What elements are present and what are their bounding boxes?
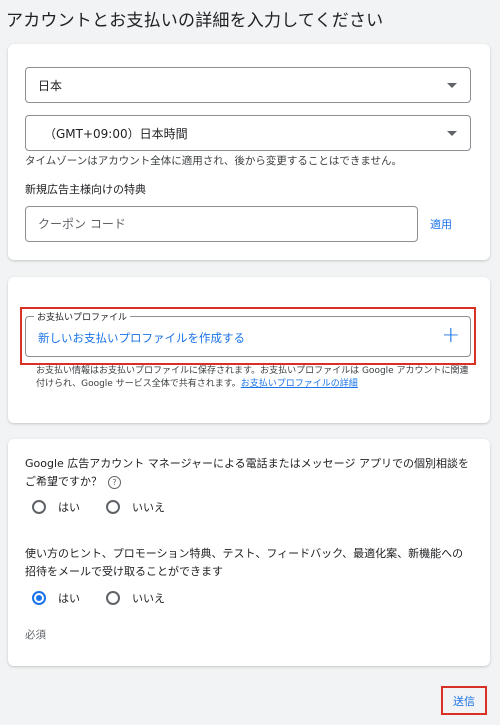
account-details-card: 日本 （GMT+09:00）日本時間 タイムゾーンはアカウント全体に適用され、後… (8, 44, 490, 260)
radio-label: いいえ (132, 501, 165, 514)
radio-label: いいえ (132, 592, 165, 605)
email-tips-radio-group: はい いいえ (32, 590, 191, 606)
timezone-select-value: （GMT+09:00）日本時間 (44, 126, 188, 141)
radio-checked-icon (32, 591, 46, 605)
coupon-code-input[interactable] (25, 206, 418, 242)
email-tips-no-radio[interactable]: いいえ (106, 590, 165, 606)
radio-label: はい (58, 501, 80, 514)
radio-unchecked-icon (106, 500, 120, 514)
radio-unchecked-icon (32, 500, 46, 514)
timezone-help-text: タイムゾーンはアカウント全体に適用され、後から変更することはできません。 (25, 155, 403, 167)
consultation-no-radio[interactable]: いいえ (106, 499, 165, 515)
consultation-question-text: Google 広告アカウント マネージャーによる電話またはメッセージ アプリでの… (25, 457, 469, 488)
required-label: 必須 (25, 629, 46, 641)
payment-profile-card: お支払いプロファイル 新しいお支払いプロファイルを作成する + お支払い情報はお… (8, 277, 490, 423)
caret-down-icon (447, 131, 457, 136)
timezone-select[interactable]: （GMT+09:00）日本時間 (25, 115, 471, 151)
consultation-question: Google 広告アカウント マネージャーによる電話またはメッセージ アプリでの… (25, 455, 473, 491)
country-select-value: 日本 (38, 78, 63, 93)
country-select[interactable]: 日本 (25, 67, 471, 103)
email-tips-question: 使い方のヒント、プロモーション特典、テスト、フィードバック、最適化案、新機能への… (25, 547, 464, 578)
help-icon[interactable]: ? (108, 475, 121, 489)
radio-unchecked-icon (106, 591, 120, 605)
payment-profile-help-text: お支払い情報はお支払いプロファイルに保存されます。お支払いプロファイルは Goo… (36, 365, 476, 391)
coupon-section-label: 新規広告主様向けの特典 (25, 183, 146, 196)
consultation-yes-radio[interactable]: はい (32, 499, 80, 515)
payment-profile-legend: お支払いプロファイル (34, 310, 131, 323)
create-payment-profile-button[interactable]: お支払いプロファイル 新しいお支払いプロファイルを作成する + (25, 310, 471, 357)
email-tips-yes-radio[interactable]: はい (32, 590, 80, 606)
apply-coupon-button[interactable]: 適用 (430, 216, 452, 232)
page-title: アカウントとお支払いの詳細を入力してください (6, 11, 384, 31)
plus-icon: + (441, 323, 460, 348)
create-payment-profile-label: 新しいお支払いプロファイルを作成する (38, 331, 245, 345)
consultation-radio-group: はい いいえ (32, 499, 191, 515)
payment-profile-details-link[interactable]: お支払いプロファイルの詳細 (241, 379, 358, 389)
radio-label: はい (58, 592, 80, 605)
preferences-card: Google 広告アカウント マネージャーによる電話またはメッセージ アプリでの… (8, 439, 490, 666)
caret-down-icon (447, 83, 457, 88)
submit-highlight (441, 686, 487, 715)
